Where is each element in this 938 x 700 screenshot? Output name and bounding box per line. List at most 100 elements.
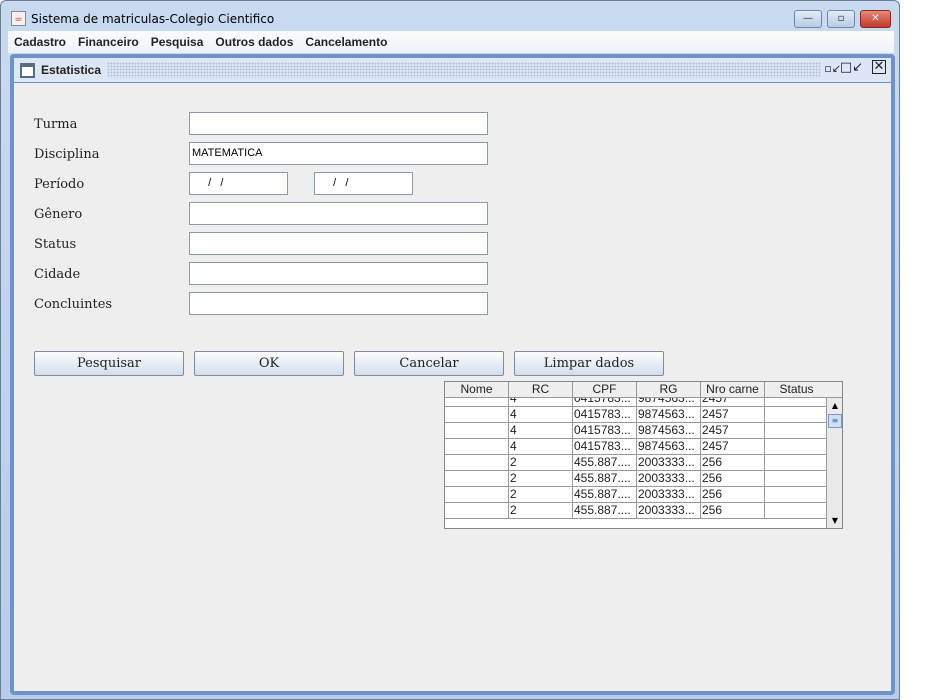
table-cell-rc[interactable]: 2: [509, 503, 573, 518]
table-cell-rg[interactable]: 2003333...: [637, 503, 701, 518]
table-cell-rg[interactable]: 2003333...: [637, 471, 701, 486]
menu-financeiro[interactable]: Financeiro: [78, 35, 139, 49]
table-cell-nro-carne[interactable]: 256: [701, 503, 765, 518]
table-cell-status[interactable]: [765, 503, 829, 518]
turma-label: Turma: [34, 117, 78, 132]
scroll-down-icon[interactable]: ▼: [828, 514, 842, 528]
periodo-start-input[interactable]: / /: [189, 172, 288, 195]
ok-button[interactable]: OK: [194, 351, 344, 376]
periodo-label: Período: [34, 177, 85, 192]
concluintes-input[interactable]: [189, 292, 488, 315]
column-header-cpf[interactable]: CPF: [573, 382, 637, 398]
table-cell-cpf[interactable]: 0415783...: [573, 423, 637, 438]
pesquisar-button[interactable]: Pesquisar: [34, 351, 184, 376]
menu-cancelamento[interactable]: Cancelamento: [305, 35, 387, 49]
table-cell-nro-carne[interactable]: 2457: [701, 407, 765, 422]
table-cell-rg[interactable]: 9874563...: [637, 423, 701, 438]
concluintes-label: Concluintes: [34, 297, 113, 312]
table-cell-nro-carne[interactable]: 256: [701, 455, 765, 470]
periodo-end-input[interactable]: / /: [314, 172, 413, 195]
results-table[interactable]: Nome RC CPF RG Nro carne Status 4 0415783…: [444, 381, 843, 529]
table-cell-nome[interactable]: [445, 407, 509, 422]
table-cell-rg[interactable]: 2003333...: [637, 455, 701, 470]
table-cell-rc[interactable]: 4: [509, 423, 573, 438]
cidade-label: Cidade: [34, 267, 81, 282]
table-cell-status[interactable]: [765, 471, 829, 486]
table-cell-nome[interactable]: [445, 423, 509, 438]
table-row[interactable]: 40415783...9874563...2457: [445, 407, 829, 423]
table-cell-nome[interactable]: [445, 503, 509, 518]
table-cell-nome[interactable]: [445, 471, 509, 486]
maximize-icon[interactable]: □↙: [840, 60, 863, 75]
table-cell-rg[interactable]: 9874563...: [637, 439, 701, 454]
table-cell-cpf[interactable]: 455.887....: [573, 471, 637, 486]
table-cell-rc[interactable]: 2: [509, 455, 573, 470]
table-cell-rc[interactable]: 2: [509, 487, 573, 502]
iconify-icon[interactable]: ▫↙: [824, 62, 841, 75]
table-cell-rg[interactable]: 9874563...: [637, 407, 701, 422]
table-header: Nome RC CPF RG Nro carne Status: [445, 382, 829, 398]
table-row[interactable]: 2 455.887.... 2003333... 256: [445, 487, 829, 503]
internal-frame-title: Estatistica: [41, 63, 102, 77]
table-cell-nome[interactable]: [445, 455, 509, 470]
table-cell-status[interactable]: [765, 439, 829, 454]
column-header-status[interactable]: Status: [765, 382, 829, 398]
table-cell-nro-carne[interactable]: 2457: [701, 439, 765, 454]
table-cell-cpf[interactable]: 455.887....: [573, 487, 637, 502]
table-cell-cpf[interactable]: 0415783...: [573, 439, 637, 454]
table-cell-rc[interactable]: 4: [509, 407, 573, 422]
close-frame-icon[interactable]: ✕: [872, 60, 886, 74]
table-cell-nro-carne[interactable]: 2457: [701, 423, 765, 438]
maximize-button[interactable]: ▫: [827, 10, 855, 28]
menu-outros-dados[interactable]: Outros dados: [215, 35, 293, 49]
table-cell-nome[interactable]: [445, 439, 509, 454]
scroll-up-icon[interactable]: ▲: [828, 399, 842, 413]
minimize-button[interactable]: —: [794, 10, 822, 28]
turma-input[interactable]: [189, 112, 488, 135]
table-cell-nome[interactable]: [445, 487, 509, 502]
table-cell-rg[interactable]: 2003333...: [637, 487, 701, 502]
table-cell-nro-carne[interactable]: 256: [701, 471, 765, 486]
table-cell-cpf[interactable]: 455.887....: [573, 455, 637, 470]
menu-pesquisa[interactable]: Pesquisa: [151, 35, 204, 49]
table-row[interactable]: 2 455.887.... 2003333... 256: [445, 503, 829, 519]
table-row[interactable]: 2 455.887.... 2003333... 256: [445, 471, 829, 487]
close-button[interactable]: ✕: [860, 10, 891, 28]
table-cell-rc[interactable]: 2: [509, 471, 573, 486]
column-header-nome[interactable]: Nome: [445, 382, 509, 398]
table-cell-rc[interactable]: 4: [509, 439, 573, 454]
table-cell-cpf[interactable]: 0415783...: [573, 407, 637, 422]
column-header-rc[interactable]: RC: [509, 382, 573, 398]
limpar-dados-button[interactable]: Limpar dados: [514, 351, 664, 376]
table-cell-status[interactable]: [765, 407, 829, 422]
cidade-input[interactable]: [189, 262, 488, 285]
title-bar[interactable]: ☕ Sistema de matriculas-Colegio Cientifi…: [1, 1, 899, 31]
disciplina-input[interactable]: MATEMATICA: [189, 142, 488, 165]
column-header-rg[interactable]: RG: [637, 382, 701, 398]
status-input[interactable]: [189, 232, 488, 255]
internal-frame-title-bar[interactable]: Estatistica ▫↙ □↙ ✕: [14, 58, 891, 82]
genero-input[interactable]: [189, 202, 488, 225]
table-cell-cpf[interactable]: 455.887....: [573, 503, 637, 518]
menu-cadastro[interactable]: Cadastro: [14, 35, 66, 49]
table-row[interactable]: 2 455.887.... 2003333... 256: [445, 455, 829, 471]
title-bar-texture: [107, 62, 821, 78]
scroll-thumb[interactable]: ≡: [828, 414, 842, 428]
vertical-scrollbar[interactable]: ▲ ≡ ▼: [826, 398, 842, 528]
content-panel: Turma Disciplina MATEMATICA Período / / …: [14, 83, 891, 691]
cancelar-button[interactable]: Cancelar: [354, 351, 504, 376]
table-cell-nro-carne[interactable]: 256: [701, 487, 765, 502]
table-row[interactable]: 40415783...9874563...2457: [445, 423, 829, 439]
status-label: Status: [34, 237, 77, 252]
internal-frame-estatistica: Estatistica ▫↙ □↙ ✕ Turma Disciplina MAT…: [10, 54, 895, 695]
menu-bar: Cadastro Financeiro Pesquisa Outros dado…: [8, 31, 894, 53]
frame-icon: [20, 62, 35, 78]
main-window: ☕ Sistema de matriculas-Colegio Cientifi…: [0, 0, 900, 700]
table-cell-status[interactable]: [765, 487, 829, 502]
table-cell-status[interactable]: [765, 455, 829, 470]
table-row[interactable]: 40415783...9874563...2457: [445, 439, 829, 455]
genero-label: Gênero: [34, 207, 83, 222]
window-title: Sistema de matriculas-Colegio Cientifico: [31, 12, 275, 26]
table-cell-status[interactable]: [765, 423, 829, 438]
column-header-nro-carne[interactable]: Nro carne: [701, 382, 765, 398]
